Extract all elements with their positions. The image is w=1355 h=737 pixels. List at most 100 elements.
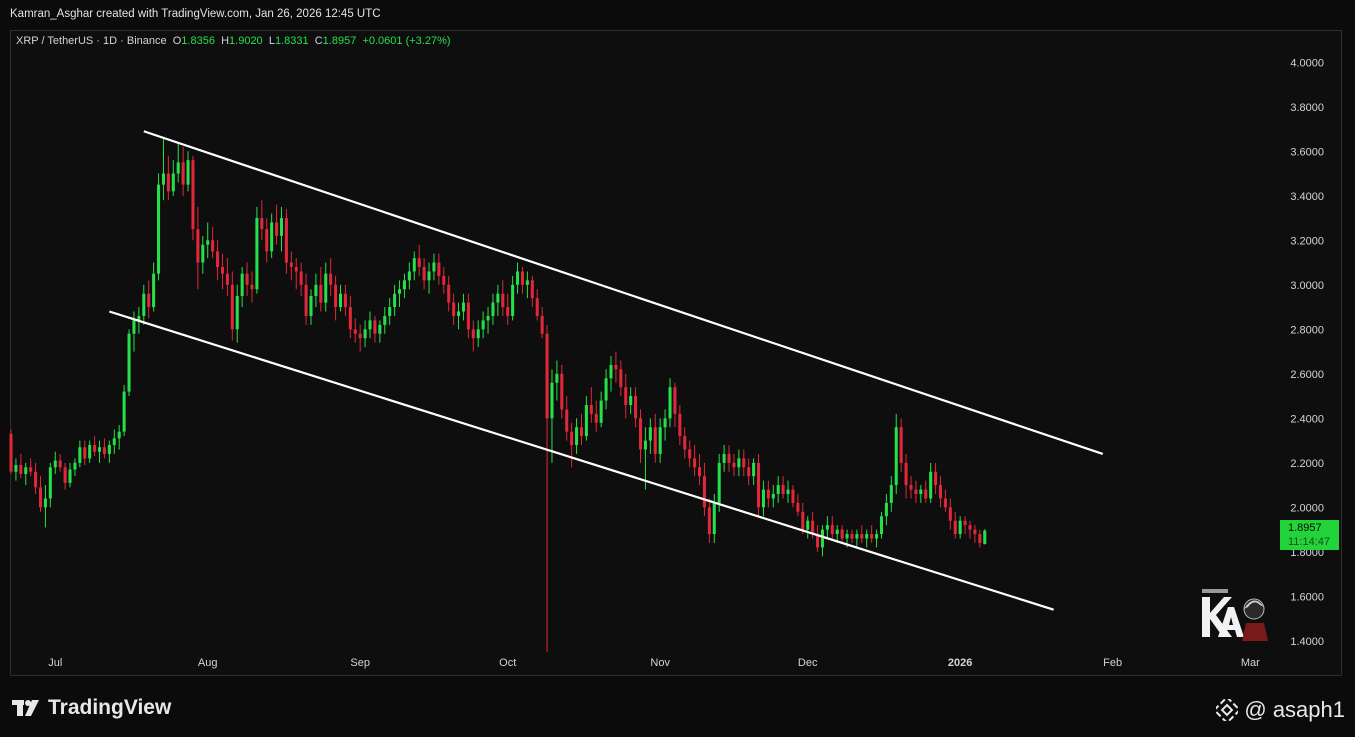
- candle-body: [904, 462, 908, 486]
- candle-body: [216, 251, 220, 267]
- candle-body: [201, 244, 205, 263]
- candle-body: [668, 387, 672, 419]
- x-tick-label: Aug: [198, 657, 218, 669]
- candle-body: [776, 485, 780, 494]
- candle-body: [314, 284, 318, 296]
- y-tick-label: 2.2000: [1290, 458, 1324, 470]
- candle-body: [53, 460, 57, 468]
- candle-body: [634, 396, 638, 419]
- high-label: H: [221, 35, 230, 47]
- candle-body: [845, 534, 849, 539]
- candle-body: [983, 530, 987, 544]
- candle-body: [206, 240, 210, 245]
- candlestick-chart[interactable]: 4.0000 3.8000 3.6000 3.4000 3.2000 3.0000 2.80…: [0, 0, 1355, 737]
- y-tick-label: 3.6000: [1290, 146, 1324, 158]
- candle-body: [299, 271, 303, 285]
- candle-body: [899, 427, 903, 463]
- y-tick-label: 3.0000: [1290, 280, 1324, 292]
- candle-body: [265, 229, 269, 252]
- candle-body: [397, 289, 402, 294]
- candle-body: [73, 462, 77, 470]
- candle-body: [176, 162, 180, 174]
- candle-body: [338, 293, 343, 308]
- candle-body: [19, 465, 23, 474]
- candle-body: [732, 462, 736, 468]
- candle-body: [107, 445, 111, 454]
- binance-diamond-icon: [1216, 699, 1239, 721]
- candle-body: [88, 445, 92, 459]
- candle-body: [889, 485, 893, 503]
- candle-body: [152, 273, 156, 308]
- tradingview-brand-text: TradingView: [48, 696, 172, 719]
- candle-body: [38, 487, 43, 508]
- candle-body: [48, 467, 52, 499]
- candle-body: [78, 447, 82, 463]
- y-tick-label: 1.6000: [1290, 591, 1324, 603]
- candle-body: [545, 333, 549, 419]
- candle-body: [766, 489, 770, 499]
- candle-body: [127, 333, 131, 392]
- candle-body: [653, 427, 657, 454]
- candle-body: [707, 507, 711, 535]
- candle-body: [166, 173, 170, 192]
- candle-body: [260, 218, 264, 230]
- candle-body: [693, 458, 697, 468]
- candle-body: [717, 462, 721, 503]
- candle-body: [658, 427, 662, 454]
- candle-body: [58, 460, 62, 468]
- candle-body: [457, 311, 461, 316]
- candle-body: [343, 293, 347, 308]
- candle-body: [68, 469, 72, 483]
- candle-body: [579, 427, 584, 437]
- candle-body: [181, 162, 185, 185]
- candle-body: [245, 273, 249, 285]
- candle-body: [535, 298, 539, 316]
- symbol-label[interactable]: XRP / TetherUS · 1D · Binance: [16, 35, 167, 47]
- y-tick-label: 2.4000: [1290, 413, 1324, 425]
- candle-body: [884, 502, 888, 517]
- candle-body: [796, 502, 800, 512]
- candle-body: [161, 173, 165, 185]
- candle-body: [525, 280, 529, 285]
- candle-body: [196, 229, 200, 263]
- candle-body: [875, 534, 879, 539]
- candle-body: [943, 498, 947, 508]
- candle-body: [383, 315, 387, 325]
- candle-body: [471, 329, 475, 339]
- channel-line-lower: [109, 310, 1054, 611]
- candle-body: [948, 507, 952, 521]
- candle-body: [752, 462, 756, 477]
- candle-body: [442, 275, 446, 285]
- candle-body: [643, 440, 647, 450]
- candle-body: [757, 462, 761, 508]
- y-tick-label: 2.6000: [1290, 369, 1324, 381]
- candle-body: [801, 511, 805, 530]
- candle-body: [978, 534, 982, 543]
- y-tick-label: 3.8000: [1290, 102, 1324, 114]
- candle-body: [29, 467, 33, 472]
- candle-body: [973, 529, 977, 535]
- candle-body: [663, 418, 667, 428]
- candle-body: [289, 262, 293, 267]
- candle-body: [240, 273, 244, 296]
- candle-body: [737, 458, 741, 468]
- candle-body: [481, 320, 485, 330]
- candle-body: [506, 307, 510, 316]
- candle-body: [466, 302, 470, 330]
- candle-body: [570, 431, 574, 446]
- y-tick-label: 2.0000: [1290, 502, 1324, 514]
- candle-body: [683, 436, 687, 450]
- candle-body: [624, 387, 628, 405]
- candle-body: [373, 320, 377, 334]
- candle-body: [934, 471, 938, 486]
- candle-body: [919, 489, 923, 494]
- candle-body: [122, 391, 126, 432]
- candle-body: [476, 329, 480, 339]
- tradingview-logo[interactable]: TradingView: [12, 696, 171, 720]
- candle-body: [599, 400, 603, 423]
- candle-body: [496, 293, 500, 303]
- candle-body: [157, 184, 161, 274]
- candle-body: [422, 266, 426, 281]
- x-tick-label: 2026: [948, 657, 972, 669]
- candle-body: [461, 302, 465, 312]
